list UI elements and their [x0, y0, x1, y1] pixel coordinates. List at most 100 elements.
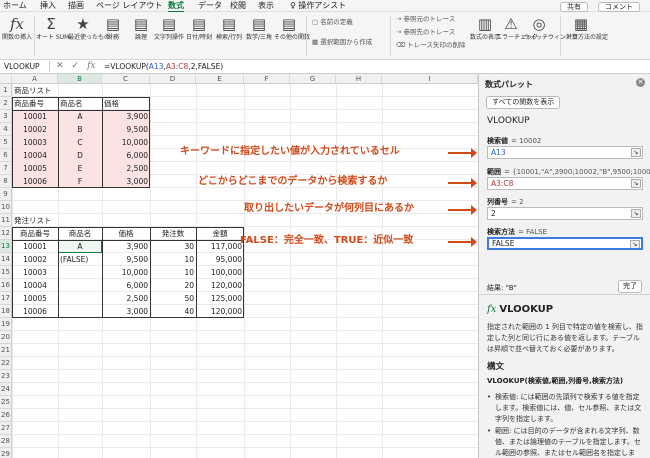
share-button[interactable]: 共有 — [560, 2, 588, 12]
tab-review[interactable]: 校閲 — [230, 1, 246, 11]
table-cell[interactable]: 10006 — [12, 305, 58, 318]
datetime-button[interactable]: ▤ 日付/時刻 — [184, 14, 214, 41]
table-cell[interactable]: 120,000 — [196, 279, 244, 292]
row-header[interactable]: 2 — [0, 97, 12, 110]
watch-window-button[interactable]: ◎ ウォッチウィンドウ — [524, 14, 578, 41]
table-cell[interactable]: 3,000 — [102, 305, 150, 318]
insert-function-button[interactable]: fx 関数の挿入 — [2, 14, 32, 41]
table-cell[interactable]: 10003 — [12, 136, 58, 149]
product-header-name[interactable]: 商品名 — [58, 97, 102, 110]
enter-icon[interactable]: ✓ — [72, 61, 80, 71]
row-header[interactable]: 9 — [0, 188, 12, 201]
column-header-f[interactable]: F — [244, 74, 290, 84]
table-cell[interactable]: 3,900 — [102, 110, 150, 123]
table-cell[interactable]: 9,500 — [102, 123, 150, 136]
row-header[interactable]: 21 — [0, 344, 12, 357]
row-header[interactable]: 18 — [0, 305, 12, 318]
column-header-e[interactable]: E — [196, 74, 244, 84]
table-cell[interactable]: B — [58, 123, 102, 136]
product-header-number[interactable]: 商品番号 — [12, 97, 58, 110]
row-header[interactable]: 12 — [0, 227, 12, 240]
column-header-b[interactable]: B — [58, 74, 102, 84]
table-cell[interactable]: 100,000 — [196, 266, 244, 279]
error-check-button[interactable]: ⚠ エラーチェック — [496, 14, 538, 41]
remove-arrows-button[interactable]: ⌫ トレース矢印の削除 — [396, 41, 465, 50]
show-all-functions-button[interactable]: すべての関数を表示 — [486, 96, 561, 109]
column-header-i[interactable]: I — [382, 74, 478, 84]
table-cell[interactable]: 6,000 — [102, 149, 150, 162]
table-cell[interactable]: 10002 — [12, 123, 58, 136]
row-header[interactable]: 28 — [0, 435, 12, 448]
row-header[interactable]: 3 — [0, 110, 12, 123]
table-cell[interactable]: 120,000 — [196, 305, 244, 318]
tab-page-layout[interactable]: ページ レイアウト — [96, 1, 162, 11]
arg-input-match-type[interactable]: FALSE ↘ — [487, 237, 643, 250]
tab-draw[interactable]: 描画 — [68, 1, 84, 11]
table-cell[interactable]: D — [58, 149, 102, 162]
row-header[interactable]: 1 — [0, 84, 12, 97]
tab-insert[interactable]: 挿入 — [40, 1, 56, 11]
range-picker-icon[interactable]: ↘ — [630, 240, 640, 248]
row-header[interactable]: 11 — [0, 214, 12, 227]
row-header[interactable]: 20 — [0, 331, 12, 344]
table-cell[interactable]: C — [58, 136, 102, 149]
row-header[interactable]: 5 — [0, 136, 12, 149]
table-cell[interactable]: (FALSE) — [58, 253, 102, 266]
row-header[interactable]: 13 — [0, 240, 12, 253]
row-header[interactable]: 23 — [0, 370, 12, 383]
formula-input[interactable]: =VLOOKUP(A13,A3:C8,2,FALSE) — [104, 60, 223, 73]
table-cell[interactable]: 50 — [150, 292, 196, 305]
arg-input-column-number[interactable]: 2 ↘ — [487, 207, 643, 220]
column-header-g[interactable]: G — [290, 74, 336, 84]
more-functions-button[interactable]: ▤ その他の関数 — [274, 14, 310, 41]
row-header[interactable]: 10 — [0, 201, 12, 214]
table-cell[interactable] — [58, 266, 102, 279]
row-header[interactable]: 29 — [0, 448, 12, 458]
table-cell[interactable]: 10002 — [12, 253, 58, 266]
table-cell[interactable]: 10,000 — [102, 136, 150, 149]
table-cell[interactable]: 10001 — [12, 240, 58, 253]
table-cell[interactable]: 10003 — [12, 266, 58, 279]
row-header[interactable]: 4 — [0, 123, 12, 136]
table-cell[interactable]: 6,000 — [102, 279, 150, 292]
table-cell[interactable]: 125,000 — [196, 292, 244, 305]
table-cell[interactable]: 40 — [150, 305, 196, 318]
table-cell[interactable]: 10004 — [12, 149, 58, 162]
table-cell[interactable]: 117,000 — [196, 240, 244, 253]
order-header-amount[interactable]: 金額 — [196, 227, 244, 240]
table-cell[interactable]: 10 — [150, 266, 196, 279]
order-header-price[interactable]: 価格 — [102, 227, 150, 240]
table-cell[interactable]: 3,900 — [102, 240, 150, 253]
trace-precedents-button[interactable]: ⇢ 参照元のトレース — [396, 15, 455, 24]
table-cell[interactable]: 9,500 — [102, 253, 150, 266]
table-cell[interactable] — [58, 305, 102, 318]
row-header[interactable]: 14 — [0, 253, 12, 266]
comment-button[interactable]: コメント — [598, 2, 640, 12]
arg-input-range[interactable]: A3:C8 ↘ — [487, 177, 643, 190]
table-cell[interactable]: 95,000 — [196, 253, 244, 266]
table-cell[interactable] — [58, 279, 102, 292]
tab-data[interactable]: データ — [198, 1, 222, 11]
cancel-icon[interactable]: ✕ — [56, 61, 64, 71]
table-cell[interactable]: A — [58, 110, 102, 123]
table-cell[interactable]: 10001 — [12, 110, 58, 123]
math-button[interactable]: ▤ 数学/三角 — [244, 14, 274, 41]
order-header-name[interactable]: 商品名 — [58, 227, 102, 240]
row-header[interactable]: 6 — [0, 149, 12, 162]
row-header[interactable]: 26 — [0, 409, 12, 422]
done-button[interactable]: 完了 — [618, 280, 642, 293]
financial-button[interactable]: ▤ 財務 — [98, 14, 128, 41]
column-header-c[interactable]: C — [102, 74, 150, 84]
select-all-corner[interactable] — [0, 74, 12, 84]
arg-input-lookup-value[interactable]: A13 ↘ — [487, 146, 643, 159]
row-header[interactable]: 24 — [0, 383, 12, 396]
range-picker-icon[interactable]: ↘ — [631, 209, 641, 218]
define-name-button[interactable]: ▢ 名前の定義 — [312, 18, 353, 27]
row-header[interactable]: 22 — [0, 357, 12, 370]
tab-tell-me[interactable]: ♀ 操作アシスト — [290, 1, 346, 11]
lookup-button[interactable]: ▤ 検索/行列 — [214, 14, 244, 41]
table-cell[interactable]: E — [58, 162, 102, 175]
table-cell[interactable]: 2,500 — [102, 292, 150, 305]
table-cell[interactable]: A — [58, 240, 102, 253]
table-cell[interactable] — [58, 292, 102, 305]
